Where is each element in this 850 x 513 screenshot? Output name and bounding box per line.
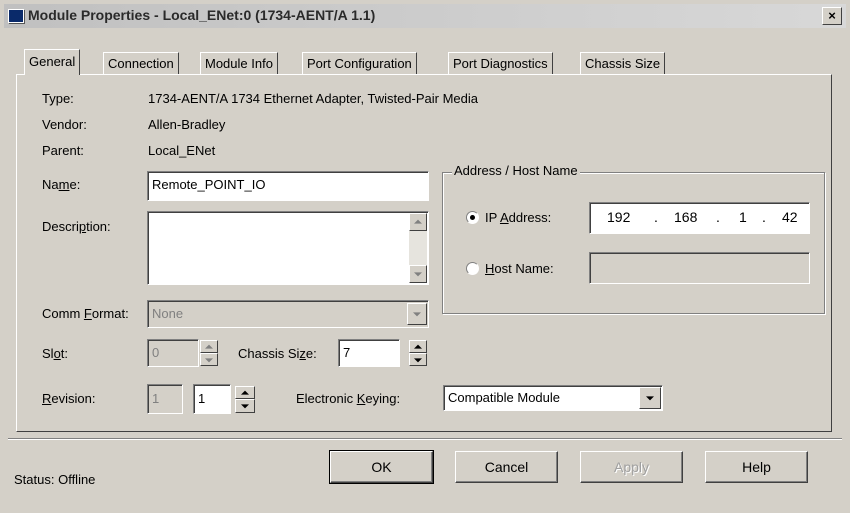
ip-dot: . (762, 209, 766, 225)
slot-input[interactable]: 0 (147, 339, 199, 367)
spin-down-icon (241, 404, 249, 409)
chevron-down-icon (413, 312, 421, 317)
name-input[interactable]: Remote_POINT_IO (147, 171, 429, 201)
ip-dot: . (716, 209, 720, 225)
host-name-label: Host Name: (485, 261, 554, 276)
revision-major-value: 1 (152, 391, 160, 406)
type-label: Type: (42, 91, 74, 106)
slot-label: Slot: (42, 346, 69, 361)
parent-label: Parent: (42, 143, 84, 158)
tab-port-diagnostics[interactable]: Port Diagnostics (448, 52, 553, 74)
tab-connection[interactable]: Connection (103, 52, 179, 74)
help-button-label: Help (742, 459, 771, 475)
description-textarea[interactable] (147, 211, 429, 285)
address-group-title: Address / Host Name (452, 163, 580, 178)
name-label: Name: (42, 177, 81, 192)
apply-button-label: Apply (613, 459, 650, 475)
ip-address-input[interactable]: 192 . 168 . 1 . 42 (589, 202, 810, 234)
tab-label: General (29, 54, 76, 69)
spin-up-icon (414, 344, 422, 349)
footer-separator (8, 438, 842, 440)
status-text: Status: Offline (14, 472, 96, 487)
spin-up-icon (205, 344, 213, 349)
revision-minor-spinner[interactable] (235, 386, 255, 413)
address-host-groupbox (442, 172, 825, 314)
cancel-button-label: Cancel (484, 459, 529, 475)
chassis-size-up-button[interactable] (409, 340, 427, 353)
apply-button[interactable]: Apply (580, 451, 683, 483)
electronic-keying-value: Compatible Module (448, 390, 561, 405)
tab-label: Chassis Size (585, 56, 661, 71)
revision-down-button[interactable] (235, 399, 255, 413)
ip-octet-1[interactable]: 192 (607, 209, 630, 225)
name-input-value: Remote_POINT_IO (152, 177, 266, 192)
electronic-keying-select[interactable]: Compatible Module (443, 385, 663, 411)
tab-module-info[interactable]: Module Info (200, 52, 278, 74)
ip-octet-3[interactable]: 1 (739, 209, 747, 225)
vendor-label: Vendor: (42, 117, 87, 132)
spin-up-icon (241, 390, 249, 395)
scroll-up-icon (414, 219, 422, 224)
description-scrollbar[interactable] (409, 213, 427, 283)
tab-port-configuration[interactable]: Port Configuration (302, 52, 417, 74)
ip-octet-4[interactable]: 42 (782, 209, 798, 225)
comm-format-label: Comm Format: (42, 306, 129, 321)
slot-value: 0 (152, 345, 160, 360)
scroll-down-button[interactable] (409, 265, 427, 283)
revision-minor-value: 1 (198, 391, 206, 406)
close-icon: × (828, 8, 836, 23)
electronic-keying-label: Electronic Keying: (296, 391, 401, 406)
host-name-input[interactable] (589, 252, 810, 284)
ip-octet-2[interactable]: 168 (674, 209, 697, 225)
title-bar: Module Properties - Local_ENet:0 (1734-A… (4, 4, 846, 28)
tab-label: Port Diagnostics (453, 56, 548, 71)
spin-down-icon (205, 357, 213, 362)
host-name-radio[interactable] (466, 262, 479, 275)
description-label: Description: (42, 219, 111, 234)
scroll-up-button[interactable] (409, 213, 427, 231)
help-button[interactable]: Help (705, 451, 808, 483)
parent-value: Local_ENet (148, 143, 216, 158)
ok-button[interactable]: OK (329, 450, 434, 484)
revision-label: Revision: (42, 391, 96, 406)
tab-general[interactable]: General (24, 49, 81, 75)
cancel-button[interactable]: Cancel (455, 451, 558, 483)
ip-dot: . (654, 209, 658, 225)
revision-major-input[interactable]: 1 (147, 384, 183, 414)
scroll-down-icon (414, 272, 422, 277)
chassis-size-down-button[interactable] (409, 353, 427, 366)
vendor-value: Allen-Bradley (148, 117, 226, 132)
spin-down-icon (414, 357, 422, 362)
revision-up-button[interactable] (235, 386, 255, 399)
ip-address-radio[interactable] (466, 211, 479, 224)
radio-selected-dot (470, 215, 475, 220)
window-title: Module Properties - Local_ENet:0 (1734-A… (28, 7, 376, 23)
tab-label: Connection (108, 56, 174, 71)
window-icon (8, 9, 24, 23)
revision-minor-input[interactable]: 1 (193, 384, 231, 414)
comm-format-dropdown-button[interactable] (407, 303, 427, 325)
chassis-size-input[interactable]: 7 (338, 339, 400, 367)
slot-down-button[interactable] (200, 353, 218, 366)
ip-address-label: IP Address: (485, 210, 552, 225)
chassis-size-label: Chassis Size: (238, 346, 317, 361)
tab-chassis-size[interactable]: Chassis Size (580, 52, 666, 74)
slot-up-button[interactable] (200, 340, 218, 353)
electronic-keying-dropdown-button[interactable] (639, 387, 661, 409)
module-properties-dialog: Module Properties - Local_ENet:0 (1734-A… (0, 0, 850, 513)
chassis-size-value: 7 (343, 345, 351, 360)
chevron-down-icon (646, 396, 654, 401)
tab-label: Port Configuration (307, 56, 412, 71)
slot-spinner[interactable] (200, 340, 218, 366)
type-value: 1734-AENT/A 1734 Ethernet Adapter, Twist… (148, 91, 479, 106)
comm-format-value: None (152, 306, 184, 321)
ok-button-label: OK (371, 459, 392, 475)
tab-label: Module Info (205, 56, 273, 71)
comm-format-select[interactable]: None (147, 300, 429, 328)
chassis-size-spinner[interactable] (409, 340, 427, 366)
close-button[interactable]: × (822, 7, 842, 25)
